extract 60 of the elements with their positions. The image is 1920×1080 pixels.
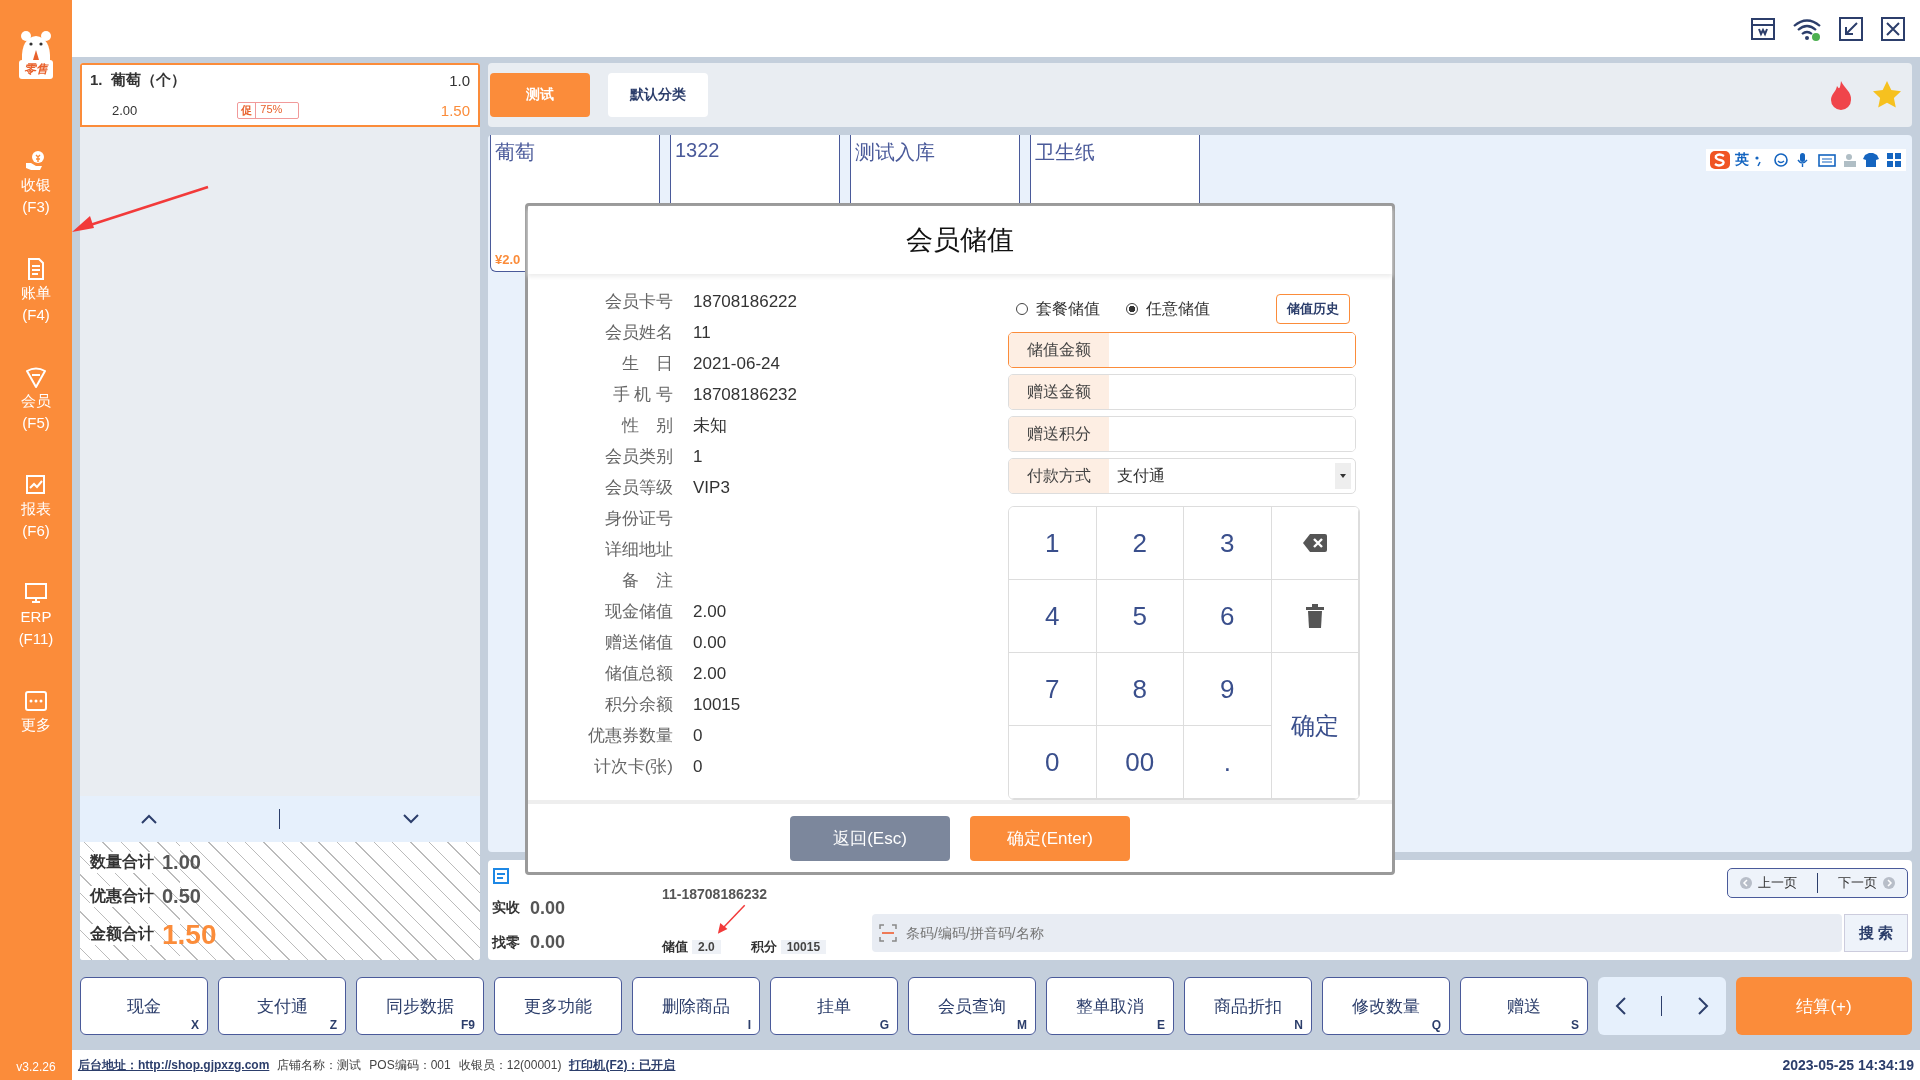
item-quantity: 1.0 (449, 72, 470, 89)
input-label: 赠送金额 (1009, 375, 1109, 409)
field-label: 会员姓名 (604, 322, 673, 344)
input-label: 付款方式 (1009, 459, 1109, 493)
total-value: 0.50 (162, 885, 201, 908)
total-label: 优惠合计 (90, 886, 154, 907)
stored-value: 2.0 (692, 940, 721, 954)
member-id: 11-18708186232 (662, 886, 769, 902)
field-value: 11 (693, 322, 711, 343)
field-value: 0 (693, 725, 703, 746)
total-value: 1.50 (162, 918, 217, 951)
received-label: 实收 (492, 899, 520, 918)
field-value: 2021-06-24 (693, 353, 780, 374)
total-label: 金额合计 (90, 924, 154, 946)
item-name: 1. 葡萄（个） (90, 71, 186, 90)
field-label: 优惠券数量 (587, 725, 673, 747)
item-price: 2.00 (112, 103, 138, 118)
received-amount: 0.00 (530, 898, 566, 919)
points-value: 10015 (780, 940, 827, 954)
field-label: 身份证号 (604, 508, 673, 530)
field-value: 10015 (693, 694, 741, 715)
field-label: 积分余额 (604, 694, 673, 716)
change-label: 找零 (492, 933, 520, 952)
total-label: 数量合计 (90, 852, 154, 874)
total-value: 1.00 (162, 851, 201, 875)
field-value: 0.00 (693, 632, 727, 653)
field-value: 18708186222 (693, 291, 797, 312)
field-label: 性 别 (620, 415, 673, 437)
stored-value-label: 储值 (662, 938, 688, 956)
item-amount: 1.50 (440, 102, 470, 119)
field-value: 2.00 (693, 601, 727, 622)
field-label: 现金储值 (604, 601, 673, 623)
change-amount: 0.00 (530, 932, 566, 954)
status-item: 店铺名称：测试 (277, 1056, 362, 1074)
input-label: 赠送积分 (1009, 417, 1109, 451)
dialog-title: 会员储值 (528, 206, 1392, 274)
field-label: 计次卡(张) (592, 756, 673, 778)
field-value: 18708186232 (693, 384, 797, 405)
field-label: 储值总额 (604, 663, 673, 685)
datetime: 2023-05-25 14:34:19 (1782, 1057, 1914, 1073)
field-value: 2.00 (693, 663, 727, 684)
field-label: 会员卡号 (604, 291, 673, 313)
field-label: 详细地址 (604, 539, 673, 561)
field-value: VIP3 (693, 477, 730, 498)
status-item: 收银员：12(00001) (458, 1056, 562, 1074)
points-label: 积分 (750, 938, 777, 956)
field-label: 赠送储值 (604, 632, 673, 654)
status-item: POS编码：001 (369, 1056, 451, 1074)
version-label: v3.2.26 (16, 1060, 56, 1074)
promo-badge: 促 75% (237, 102, 300, 119)
field-label: 会员等级 (604, 477, 673, 499)
logo-label: 零售 (19, 60, 53, 79)
field-label: 生 日 (621, 353, 673, 375)
field-label: 备 注 (621, 570, 673, 592)
field-label: 手 机 号 (611, 384, 673, 406)
field-value: 未知 (693, 415, 727, 437)
field-label: 会员类别 (604, 446, 673, 468)
input-label: 储值金额 (1009, 333, 1109, 367)
field-value: 1 (693, 446, 703, 467)
field-value: 0 (693, 756, 703, 777)
